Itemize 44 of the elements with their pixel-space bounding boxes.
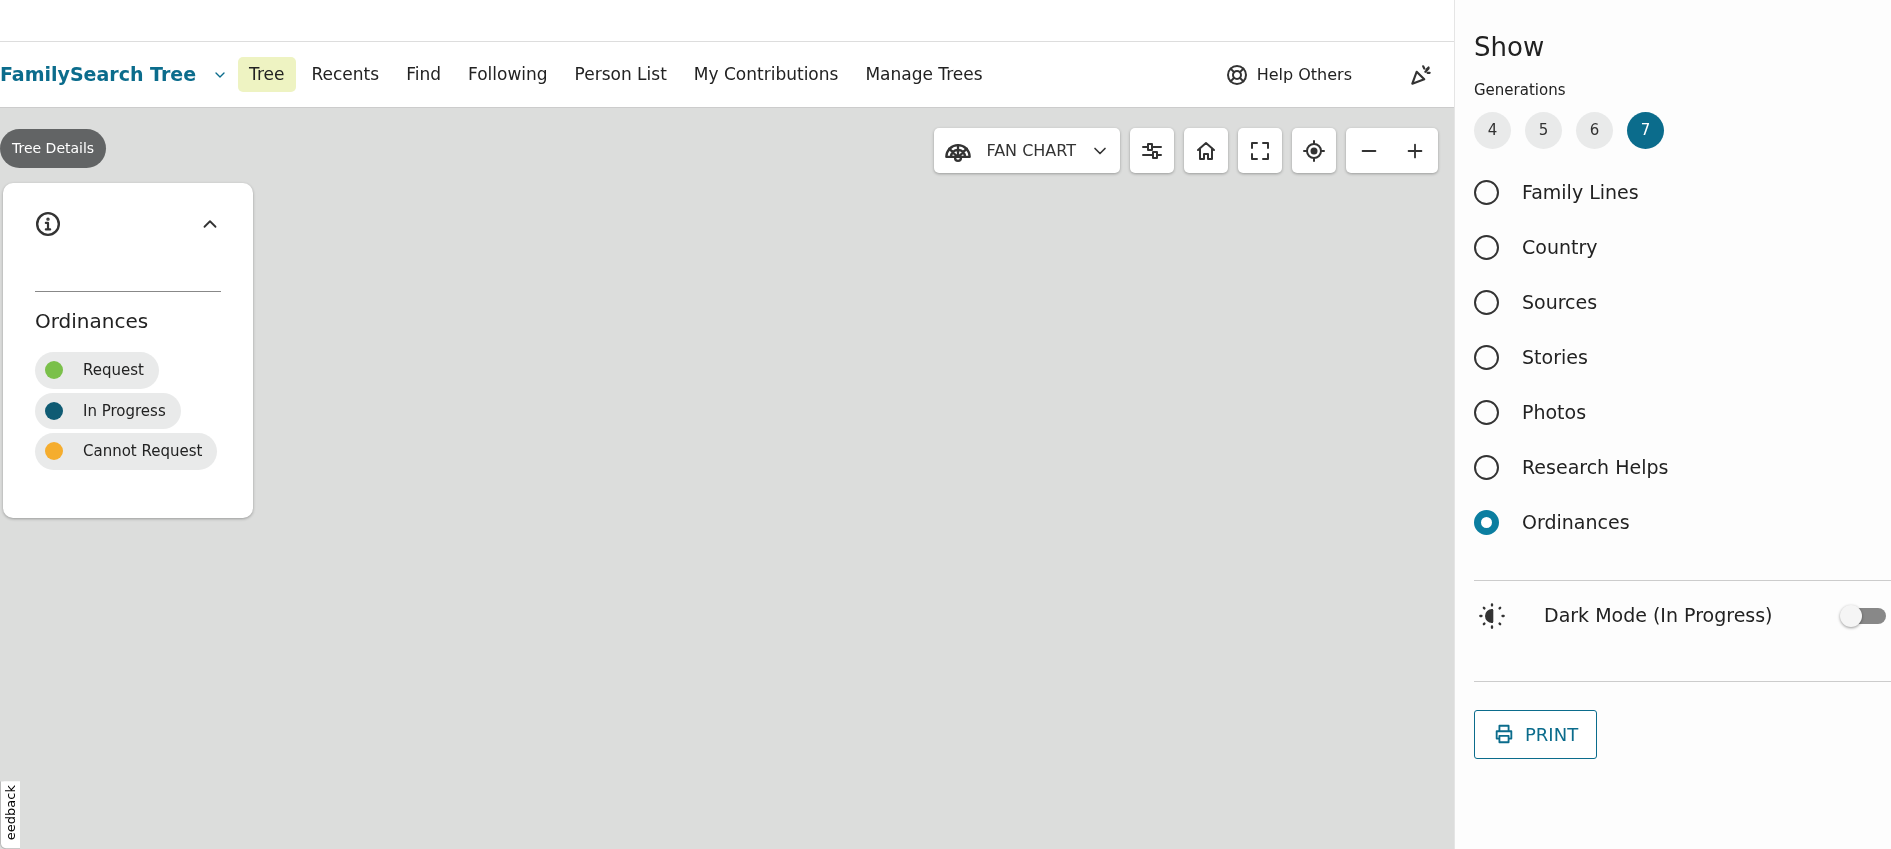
option-label: Country bbox=[1522, 234, 1598, 260]
generation-option[interactable]: 5 bbox=[1525, 111, 1562, 149]
nav-tab[interactable]: Manage Trees bbox=[854, 56, 994, 93]
legend-title: Ordinances bbox=[35, 308, 150, 335]
option-label: Ordinances bbox=[1522, 509, 1630, 535]
panel-title: Show bbox=[1474, 31, 1546, 64]
info-icon bbox=[35, 211, 61, 237]
nav-tab[interactable]: Recents bbox=[300, 56, 391, 93]
nav-tab[interactable]: Tree bbox=[238, 56, 296, 93]
feedback-tab[interactable]: eedback bbox=[0, 780, 20, 849]
lifebuoy-icon bbox=[1224, 62, 1249, 87]
generations-label: Generations bbox=[1474, 80, 1567, 101]
generation-option[interactable]: 7 bbox=[1627, 111, 1664, 149]
radio-button[interactable] bbox=[1474, 399, 1499, 425]
option-label: Research Helps bbox=[1522, 454, 1669, 480]
generation-option[interactable]: 6 bbox=[1576, 111, 1613, 149]
legend-label: Request bbox=[83, 360, 144, 381]
radio-button[interactable] bbox=[1474, 344, 1499, 370]
radio-button[interactable] bbox=[1474, 179, 1499, 205]
legend-label: Cannot Request bbox=[83, 441, 203, 462]
dark-mode-label: Dark Mode (In Progress) bbox=[1544, 603, 1773, 629]
option-label: Stories bbox=[1522, 344, 1588, 370]
toggle-switch[interactable] bbox=[1840, 604, 1886, 627]
radio-button[interactable] bbox=[1474, 454, 1499, 480]
option-label: Sources bbox=[1522, 289, 1598, 315]
radio-button[interactable] bbox=[1474, 289, 1499, 315]
nav-tab[interactable]: Person List bbox=[563, 56, 678, 93]
printer-icon bbox=[1493, 723, 1515, 745]
generation-option[interactable]: 4 bbox=[1474, 111, 1511, 149]
nav-tab[interactable]: My Contributions bbox=[682, 56, 850, 93]
brand-menu[interactable]: FamilySearch Tree bbox=[0, 60, 233, 89]
radio-button[interactable] bbox=[1474, 234, 1499, 260]
help-others-link[interactable]: Help Others bbox=[1218, 61, 1358, 88]
radio-button[interactable] bbox=[1474, 509, 1499, 535]
option-label: Family Lines bbox=[1522, 179, 1639, 205]
option-label: Photos bbox=[1522, 399, 1587, 425]
nav-tab[interactable]: Following bbox=[456, 56, 559, 93]
chart-view-dropdown[interactable]: FAN CHART bbox=[934, 128, 1120, 173]
print-button[interactable]: PRINT bbox=[1474, 709, 1598, 759]
legend-label: In Progress bbox=[83, 400, 166, 422]
target-icon[interactable] bbox=[1302, 137, 1326, 164]
nav-tab[interactable]: Find bbox=[395, 56, 452, 93]
dark-mode-icon bbox=[1478, 601, 1506, 630]
tree-details-button[interactable]: Tree Details bbox=[0, 129, 107, 168]
